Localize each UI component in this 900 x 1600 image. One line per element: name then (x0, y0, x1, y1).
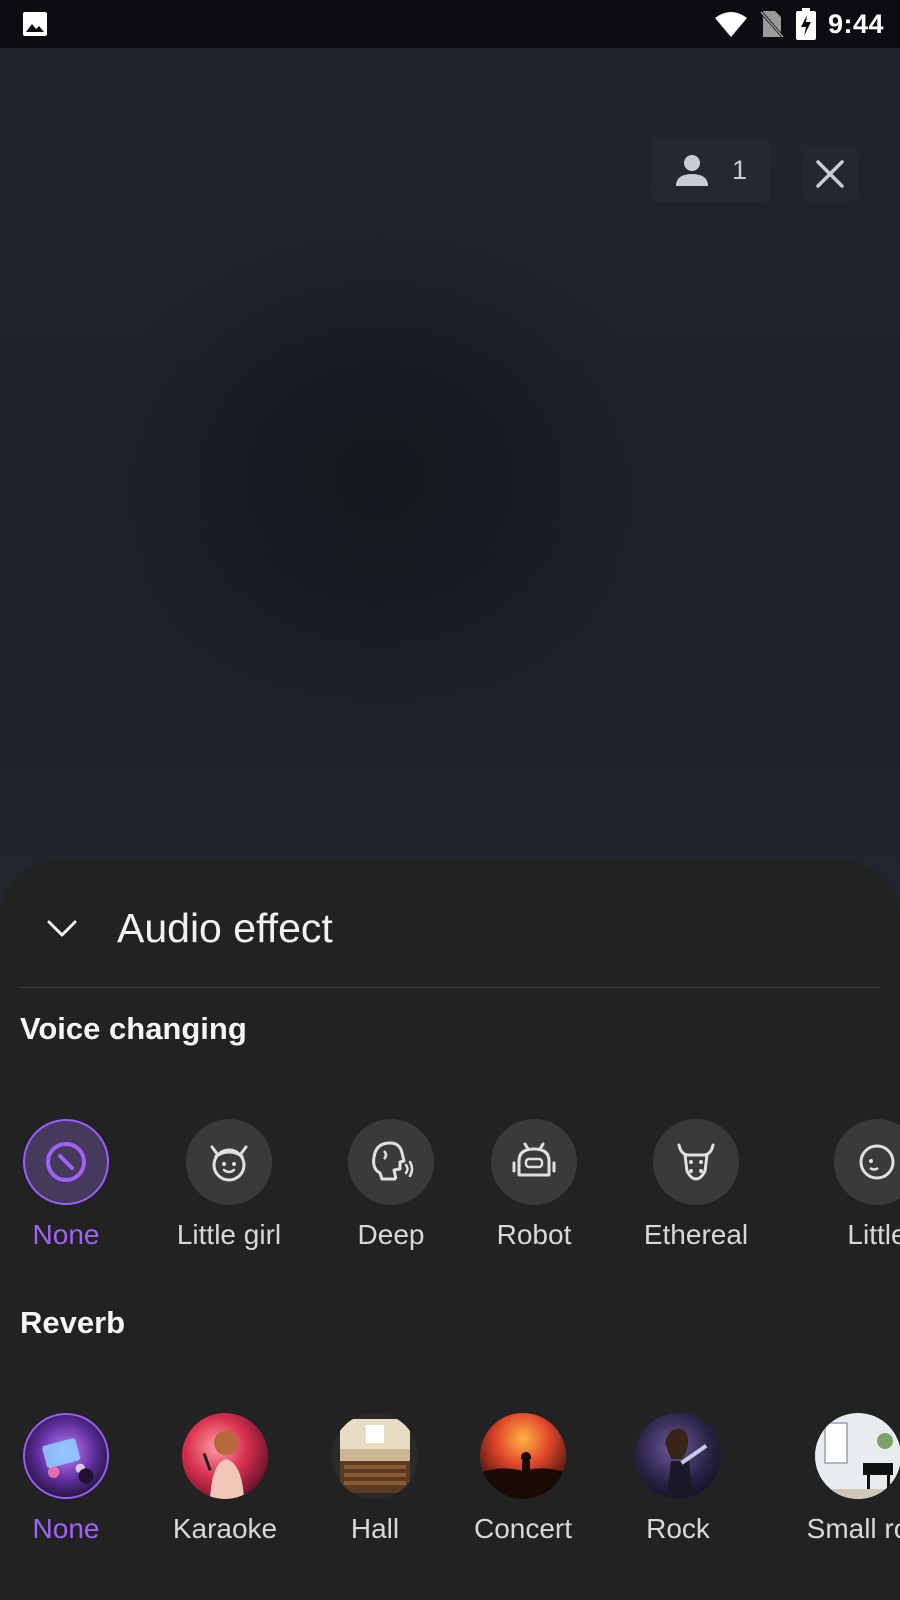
little-boy-icon (859, 1144, 895, 1180)
divider (20, 987, 880, 988)
reverb-row: None Karaoke Hall Concert Rock Small ro (0, 1413, 900, 1563)
reverb-small-room-thumbnail (815, 1413, 900, 1499)
robot-icon (512, 1142, 556, 1177)
reverb-none-thumbnail (23, 1413, 109, 1499)
clock: 9:44 (827, 8, 884, 39)
no-sim-icon (759, 11, 784, 38)
status-bar: 9:44 (0, 0, 900, 48)
voice-little-circle (834, 1119, 900, 1205)
participant-count-button[interactable]: 1 (651, 138, 770, 202)
deep-voice-icon (372, 1141, 414, 1181)
voice-changing-row: None Little girl Deep Robot Ethereal Lit… (0, 1119, 900, 1269)
voice-robot-circle (491, 1119, 577, 1205)
voice-ethereal-circle (653, 1119, 739, 1205)
reverb-option-label: Rock (646, 1513, 710, 1544)
little-girl-icon (210, 1145, 248, 1182)
collapse-button[interactable] (40, 907, 84, 951)
voice-none-circle (23, 1119, 109, 1205)
reverb-title: Reverb (20, 1305, 126, 1340)
gallery-icon (23, 12, 47, 36)
wifi-icon (714, 12, 747, 37)
person-icon (675, 155, 708, 186)
voice-option-label: Little (847, 1219, 900, 1250)
voice-changing-title: Voice changing (20, 1011, 247, 1046)
reverb-hall-thumbnail (332, 1413, 418, 1499)
sheet-title: Audio effect (117, 905, 333, 951)
participant-count: 1 (731, 154, 748, 185)
battery-charging-icon (795, 8, 816, 40)
voice-option-label: Ethereal (643, 1219, 749, 1250)
voice-little-girl-circle (186, 1119, 272, 1205)
ethereal-icon (677, 1143, 715, 1181)
reverb-rock-thumbnail (635, 1413, 721, 1499)
reverb-option-label: Small ro (806, 1513, 900, 1544)
sheet-header: Audio effect (0, 861, 900, 987)
reverb-concert-thumbnail (480, 1413, 566, 1499)
voice-deep-circle (348, 1119, 434, 1205)
close-button[interactable] (802, 146, 858, 202)
chevron-down-icon (47, 920, 77, 937)
reverb-karaoke-thumbnail (182, 1413, 268, 1499)
none-icon (46, 1142, 86, 1182)
close-icon (816, 160, 844, 188)
audio-effect-sheet: Audio effect Voice changing None Little … (0, 861, 900, 1600)
